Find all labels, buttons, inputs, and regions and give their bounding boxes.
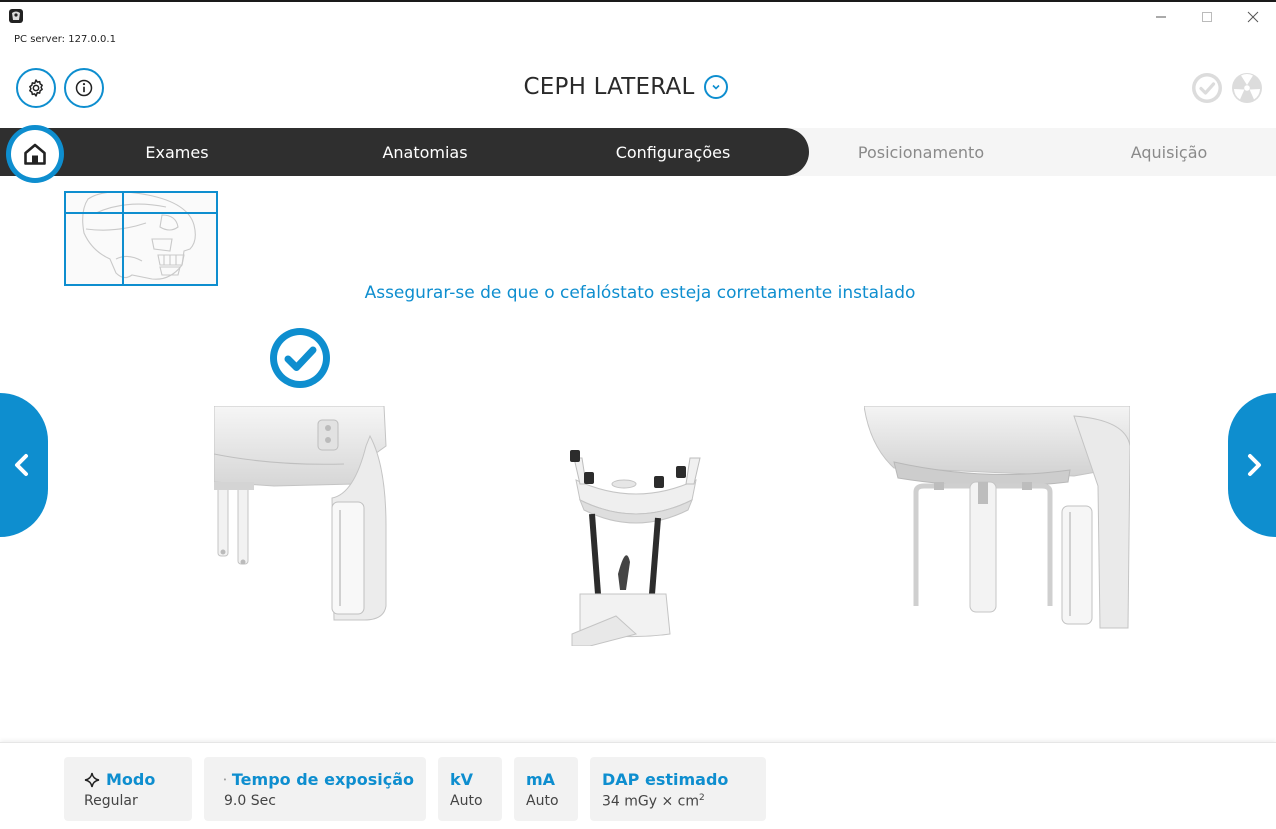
close-icon[interactable] <box>1230 4 1276 30</box>
exposure-time-value: 9.0 Sec <box>224 793 276 809</box>
ma-value: Auto <box>526 793 559 809</box>
ma-card: mA Auto <box>514 757 578 821</box>
mode-label: Modo <box>106 770 156 789</box>
dap-value-line: 34 mGy × cm2 <box>602 793 754 810</box>
minimize-icon[interactable] <box>1138 4 1184 30</box>
skull-thumbnail <box>64 191 218 286</box>
chin-rest-device-option[interactable] <box>566 444 706 647</box>
mode-card: Modo Regular <box>64 757 192 821</box>
selected-check-icon <box>268 326 332 390</box>
radiation-icon <box>1232 73 1262 103</box>
sparkle-icon <box>84 772 100 787</box>
kv-label: kV <box>450 770 474 789</box>
instruction-text: Assegurar-se de que o cefalóstato esteja… <box>364 283 916 303</box>
server-label: PC server: 127.0.0.1 <box>14 34 116 45</box>
dap-label: DAP estimado <box>602 770 729 789</box>
chevron-right-icon <box>1248 454 1261 476</box>
exposure-time-label: Tempo de exposição <box>231 770 414 789</box>
check-circle-icon <box>1192 73 1222 103</box>
status-icons <box>1190 71 1264 105</box>
app-logo-icon <box>8 8 24 24</box>
exam-title-bar: CEPH LATERAL <box>0 74 1276 100</box>
panoramic-device-option[interactable] <box>863 405 1131 630</box>
kv-card: kV Auto <box>438 757 502 821</box>
chevron-down-icon <box>712 84 721 90</box>
tab-exames[interactable]: Exames <box>55 128 299 176</box>
dap-card: DAP estimado 34 mGy × cm2 <box>590 757 766 821</box>
window-top-border <box>0 0 1276 2</box>
mode-value: Regular <box>84 793 138 809</box>
exam-select-dropdown[interactable] <box>704 75 729 99</box>
tab-aquisicao[interactable]: Aquisição <box>1047 128 1276 176</box>
kv-value: Auto <box>450 793 483 809</box>
radiation-icon <box>224 778 226 781</box>
dap-unit-exponent: 2 <box>699 793 705 803</box>
next-button[interactable] <box>1228 393 1276 537</box>
tab-posicionamento[interactable]: Posicionamento <box>799 128 1043 176</box>
exposure-time-card: Tempo de exposição 9.0 Sec <box>204 757 426 821</box>
dap-value: 34 mGy × cm <box>602 793 700 810</box>
tab-configuracoes[interactable]: Configurações <box>551 128 795 176</box>
maximize-icon[interactable] <box>1184 4 1230 30</box>
home-icon <box>24 143 46 165</box>
chevron-left-icon <box>15 454 28 476</box>
tab-anatomias[interactable]: Anatomias <box>303 128 547 176</box>
window-controls <box>1138 4 1276 30</box>
workflow-nav: Exames Anatomias Configurações Posiciona… <box>0 125 1276 183</box>
ma-label: mA <box>526 770 556 789</box>
cephalostat-device-option[interactable] <box>213 405 388 624</box>
exam-title: CEPH LATERAL <box>523 74 695 100</box>
exposure-summary-bar: Modo Regular Tempo de exposição 9.0 Sec … <box>0 742 1276 829</box>
previous-button[interactable] <box>0 393 48 537</box>
